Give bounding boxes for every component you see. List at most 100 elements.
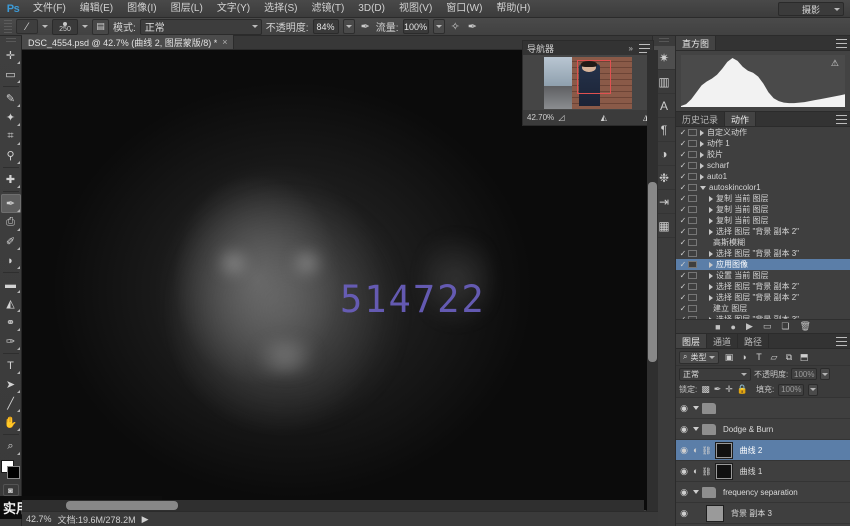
canvas-horizontal-scrollbar[interactable] <box>22 500 644 511</box>
action-enabled-checkbox[interactable]: ✓ <box>678 282 688 291</box>
layer-list[interactable]: ◉◉Dodge & Burn◉◐⛓曲线 2◉◐⛓曲线 1◉frequency s… <box>676 398 850 526</box>
action-enabled-checkbox[interactable]: ✓ <box>678 238 688 247</box>
lock-transparent-icon[interactable]: ▩ <box>701 384 710 395</box>
link-mask-icon[interactable]: ⛓ <box>701 467 711 476</box>
layer-visibility-icon[interactable]: ◉ <box>678 466 690 477</box>
action-row[interactable]: ✓auto1 <box>676 171 850 182</box>
action-enabled-checkbox[interactable]: ✓ <box>678 161 688 170</box>
eyedropper-tool[interactable]: ⚲ <box>1 146 21 165</box>
scrollbar-thumb[interactable] <box>66 501 178 510</box>
action-enabled-checkbox[interactable]: ✓ <box>678 249 688 258</box>
layer-row[interactable]: ◉背景 副本 3 <box>676 503 850 524</box>
action-dialog-toggle[interactable] <box>688 162 697 169</box>
rail-grip[interactable] <box>659 38 669 43</box>
chevron-right-icon[interactable] <box>709 284 713 290</box>
layer-row[interactable]: ◉Dodge & Burn <box>676 419 850 440</box>
filter-toggle-icon[interactable]: ⬒ <box>797 351 810 364</box>
lock-position-icon[interactable]: ✛ <box>725 384 733 395</box>
blur-tool[interactable]: ◭ <box>1 294 21 313</box>
action-enabled-checkbox[interactable]: ✓ <box>678 205 688 214</box>
layer-opacity-stepper[interactable] <box>820 368 830 380</box>
status-zoom[interactable]: 42.7% <box>26 514 52 524</box>
status-menu-icon[interactable]: ▶ <box>142 514 149 525</box>
panel-menu-icon[interactable] <box>836 115 847 124</box>
adjustment-layer-icon[interactable]: ◐ <box>693 445 698 455</box>
quick-mask-toggle[interactable]: ◙ <box>3 484 19 496</box>
adjustment-layer-icon[interactable]: ◐ <box>693 466 698 476</box>
action-dialog-toggle[interactable] <box>688 261 697 268</box>
layer-opacity-field[interactable]: 100% <box>791 368 817 380</box>
action-enabled-checkbox[interactable]: ✓ <box>678 172 688 181</box>
shape-tool[interactable]: ╱ <box>1 394 21 413</box>
layer-visibility-icon[interactable]: ◉ <box>678 403 690 414</box>
marquee-tool[interactable]: ▭ <box>1 65 21 84</box>
action-dialog-toggle[interactable] <box>688 129 697 136</box>
action-dialog-toggle[interactable] <box>688 151 697 158</box>
action-row[interactable]: ✓选择 图层 "背景 副本 2" <box>676 281 850 292</box>
chevron-right-icon[interactable] <box>709 273 713 279</box>
layer-visibility-icon[interactable]: ◉ <box>678 508 690 519</box>
action-row[interactable]: ✓动作 1 <box>676 138 850 149</box>
filter-adjustment-icon[interactable]: ◑ <box>737 351 750 364</box>
pen-tool[interactable]: ✑ <box>1 332 21 351</box>
stop-action-icon[interactable]: ■ <box>715 322 720 332</box>
action-dialog-toggle[interactable] <box>688 305 697 312</box>
layer-mask-thumbnail[interactable] <box>715 442 733 459</box>
action-row[interactable]: ✓复制 当前 图层 <box>676 204 850 215</box>
menu-item-9[interactable]: 窗口(W) <box>439 0 489 18</box>
opacity-field[interactable]: 84% <box>313 19 339 34</box>
action-row[interactable]: ✓建立 图层 <box>676 303 850 314</box>
action-dialog-toggle[interactable] <box>688 217 697 224</box>
panel-menu-icon[interactable] <box>836 39 847 48</box>
document-tab[interactable]: DSC_4554.psd @ 42.7% (曲线 2, 图层蒙版/8) * × <box>22 35 234 49</box>
navigator-view-box[interactable] <box>577 60 610 94</box>
blend-mode-select[interactable]: 正常 <box>140 19 262 35</box>
action-row[interactable]: ✓选择 图层 "背景 副本 3" <box>676 314 850 319</box>
action-dialog-toggle[interactable] <box>688 195 697 202</box>
chevron-down-icon[interactable] <box>42 25 48 28</box>
action-enabled-checkbox[interactable]: ✓ <box>678 194 688 203</box>
gradient-tool[interactable]: ▬ <box>1 275 21 294</box>
crop-tool[interactable]: ⌗ <box>1 127 21 146</box>
clone-stamp-tool[interactable]: ⎙ <box>1 213 21 232</box>
tab-channels[interactable]: 通道 <box>707 334 738 348</box>
layer-mask-thumbnail[interactable] <box>715 463 733 480</box>
lock-image-icon[interactable]: ✒ <box>714 384 722 395</box>
zoom-out-icon[interactable]: ◿ <box>559 113 565 122</box>
actions-list[interactable]: ✓自定义动作✓动作 1✓胶片✓scharf✓auto1✓autoskincolo… <box>676 127 850 319</box>
action-row[interactable]: ✓应用图像 <box>676 259 850 270</box>
layer-fill-stepper[interactable] <box>808 384 818 396</box>
action-dialog-toggle[interactable] <box>688 294 697 301</box>
toolbox-grip[interactable] <box>6 38 16 44</box>
action-dialog-toggle[interactable] <box>688 316 697 319</box>
action-row[interactable]: ✓自定义动作 <box>676 127 850 138</box>
double-arrow-icon[interactable]: » <box>629 44 633 53</box>
action-enabled-checkbox[interactable]: ✓ <box>678 183 688 192</box>
chevron-right-icon[interactable] <box>700 163 704 169</box>
menu-item-10[interactable]: 帮助(H) <box>489 0 537 18</box>
action-dialog-toggle[interactable] <box>688 206 697 213</box>
chevron-right-icon[interactable] <box>700 130 704 136</box>
chevron-down-icon[interactable] <box>700 186 706 190</box>
layer-filter-kind[interactable]: ⌕ 类型 <box>679 351 719 364</box>
tab-history[interactable]: 历史记录 <box>676 112 725 126</box>
workspace-selector[interactable]: 摄影 <box>778 2 844 16</box>
action-enabled-checkbox[interactable]: ✓ <box>678 128 688 137</box>
brush-preset-picker[interactable]: ⁄ <box>16 19 38 34</box>
chevron-right-icon[interactable] <box>700 174 704 180</box>
layer-row[interactable]: ◉◐⛓曲线 1 <box>676 461 850 482</box>
chevron-right-icon[interactable] <box>700 152 704 158</box>
zoom-tool[interactable]: ⌕ <box>1 437 21 456</box>
action-enabled-checkbox[interactable]: ✓ <box>678 260 688 269</box>
flow-field[interactable]: 100% <box>403 19 429 34</box>
type-tool[interactable]: T <box>1 356 21 375</box>
filter-shape-icon[interactable]: ▱ <box>767 351 780 364</box>
action-enabled-checkbox[interactable]: ✓ <box>678 293 688 302</box>
chevron-right-icon[interactable] <box>709 262 713 268</box>
brush-size-chevron-icon[interactable] <box>82 25 88 28</box>
action-dialog-toggle[interactable] <box>688 173 697 180</box>
close-icon[interactable]: × <box>222 37 227 47</box>
lock-all-icon[interactable]: 🔒 <box>737 384 748 395</box>
chevron-right-icon[interactable] <box>709 317 713 320</box>
layer-visibility-icon[interactable]: ◉ <box>678 487 690 498</box>
